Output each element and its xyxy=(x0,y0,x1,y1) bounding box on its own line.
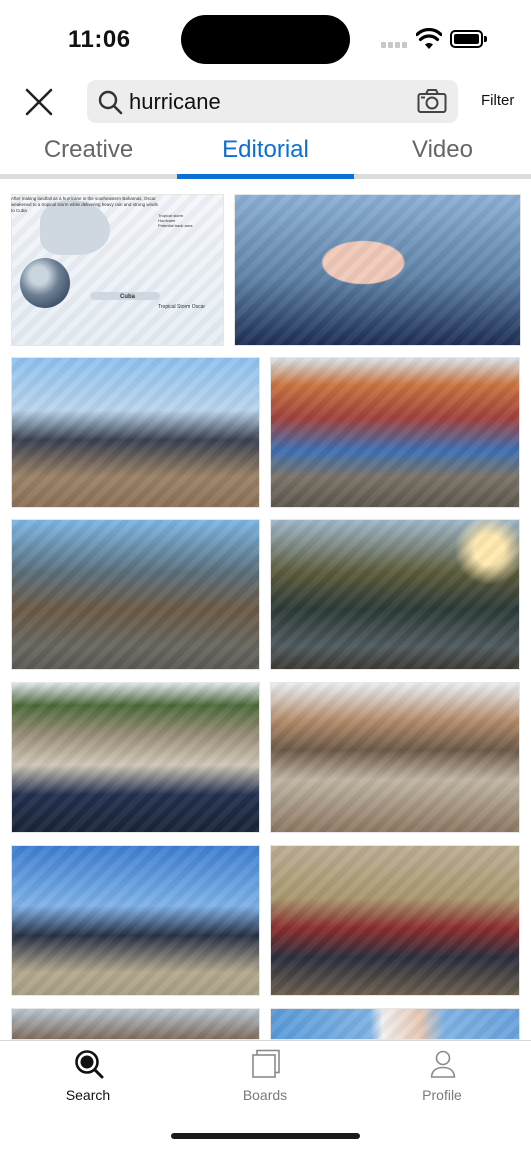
close-icon[interactable] xyxy=(22,85,56,119)
map-place-label: Cuba xyxy=(120,294,135,300)
tab-bar: Creative Editorial Video xyxy=(0,131,531,180)
nav-item-search[interactable]: Search xyxy=(28,1049,148,1109)
map-caption: After making landfall as a hurricane in … xyxy=(11,196,158,213)
globe-inset xyxy=(20,258,70,308)
map-storm-label: Tropical Storm Oscar xyxy=(158,304,206,310)
nav-label-search: Search xyxy=(65,1087,111,1103)
home-indicator[interactable] xyxy=(171,1133,360,1139)
wifi-icon xyxy=(416,28,442,49)
result-image-handshake[interactable] xyxy=(270,845,520,996)
result-image-partial[interactable] xyxy=(270,1008,520,1040)
tab-video[interactable]: Video xyxy=(354,136,531,164)
tab-editorial[interactable]: Editorial xyxy=(177,136,354,164)
status-time: 11:06 xyxy=(68,26,131,53)
search-icon xyxy=(75,1050,104,1079)
result-image-debris-visit[interactable] xyxy=(11,682,260,833)
tab-creative[interactable]: Creative xyxy=(0,136,177,164)
map-legend: Tropical storm Hurricane Potential track… xyxy=(158,213,218,229)
result-image-flooded-river[interactable] xyxy=(270,519,520,670)
camera-icon[interactable] xyxy=(417,88,447,114)
result-image-damaged-store[interactable] xyxy=(270,357,520,508)
status-bar: 11:06 xyxy=(0,0,531,78)
search-icon xyxy=(98,90,123,115)
signal-icon xyxy=(381,42,409,48)
nav-label-profile: Profile xyxy=(422,1087,462,1103)
nav-item-boards[interactable]: Boards xyxy=(205,1049,325,1109)
result-image-road-closed[interactable] xyxy=(11,519,260,670)
nav-label-boards: Boards xyxy=(242,1087,288,1103)
search-bar[interactable] xyxy=(87,80,458,123)
dynamic-island xyxy=(181,15,350,64)
result-image-partial[interactable] xyxy=(11,1008,260,1040)
nav-item-profile[interactable]: Profile xyxy=(382,1049,502,1109)
search-input[interactable] xyxy=(129,84,399,119)
boards-icon xyxy=(252,1049,280,1078)
profile-icon xyxy=(430,1050,456,1078)
result-image-street-sign[interactable] xyxy=(270,682,520,833)
tab-active-indicator xyxy=(177,174,354,179)
result-image-portrait[interactable] xyxy=(234,194,521,346)
map-legend-item: Potential track area xyxy=(158,223,193,229)
result-image-officials-walk[interactable] xyxy=(11,845,260,996)
battery-icon xyxy=(450,30,488,48)
result-image-press-event[interactable] xyxy=(11,357,260,508)
filter-button[interactable]: Filter xyxy=(481,92,514,109)
